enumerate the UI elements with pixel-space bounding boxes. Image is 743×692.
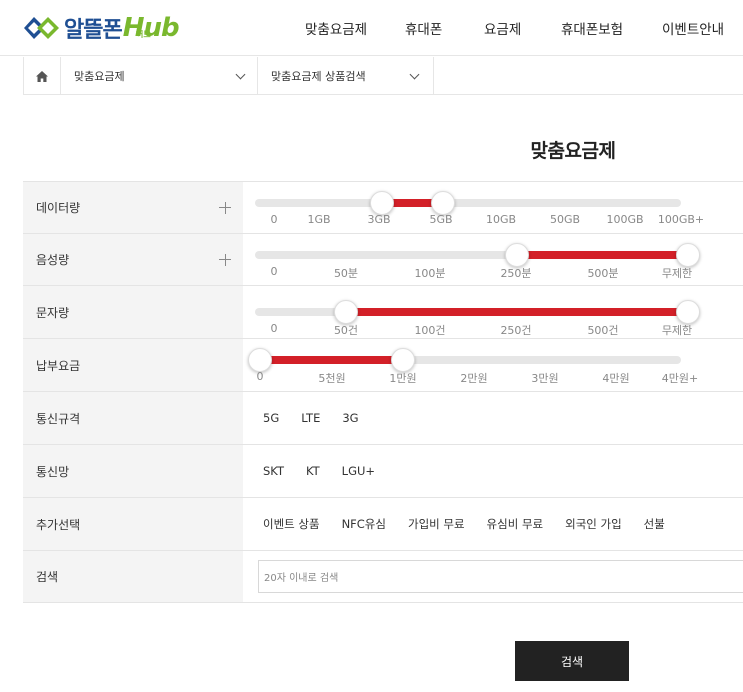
filter-row-carrier: 통신망 SKT KT LGU+ — [23, 445, 743, 498]
filter-label-search: 검색 — [23, 551, 243, 602]
option-prepaid[interactable]: 선불 — [644, 516, 665, 532]
slider-tick: 250분 — [500, 267, 532, 280]
option-3g[interactable]: 3G — [342, 411, 358, 425]
extra-options: 이벤트 상품 NFC유심 가입비 무료 유심비 무료 외국인 가입 선불 — [263, 498, 687, 550]
slider-tick: 50분 — [333, 267, 359, 280]
nav-custom-plan[interactable]: 맞춤요금제 — [305, 0, 367, 56]
slider-tick: 4만원+ — [661, 372, 699, 385]
slider-tick: 1GB — [307, 213, 331, 226]
slider-min-handle[interactable] — [370, 191, 394, 215]
slider-tick: 1만원 — [389, 372, 417, 385]
slider-tick: 0 — [270, 265, 278, 278]
option-kt[interactable]: KT — [306, 464, 320, 478]
home-icon — [36, 70, 48, 82]
filter-row-voice: 음성량 0 50분 100분 250분 500분 무제한 — [23, 234, 743, 286]
plus-icon[interactable] — [219, 200, 231, 216]
filter-label-data: 데이터량 — [23, 182, 243, 233]
slider-tick: 0 — [256, 370, 264, 383]
slider-tick: 0 — [270, 213, 278, 226]
carrier-options: SKT KT LGU+ — [263, 445, 397, 497]
slider-tick: 250건 — [500, 324, 532, 337]
breadcrumb: 맞춤요금제 맞춤요금제 상품검색 — [23, 57, 743, 95]
breadcrumb-home[interactable] — [23, 57, 61, 95]
logo-sub-text: 허브 — [136, 30, 151, 39]
breadcrumb-level2-dropdown[interactable]: 맞춤요금제 상품검색 — [258, 57, 434, 95]
slider-tick: 5GB — [429, 213, 453, 226]
slider-max-handle[interactable] — [391, 348, 415, 372]
slider-tick: 100건 — [414, 324, 446, 337]
chevron-down-icon — [235, 69, 246, 80]
chevron-down-icon — [409, 69, 420, 80]
slider-tick: 100GB+ — [657, 213, 705, 226]
slider-tick: 3만원 — [531, 372, 559, 385]
slider-min-handle[interactable] — [334, 300, 358, 324]
slider-tick: 0 — [270, 322, 278, 335]
slider-min-handle[interactable] — [248, 348, 272, 372]
slider-range — [260, 356, 403, 364]
filter-label-fee: 납부요금 — [23, 339, 243, 391]
slider-range — [517, 251, 688, 259]
slider-tick: 500분 — [587, 267, 619, 280]
filter-row-fee: 납부요금 0 5천원 1만원 2만원 3만원 4만원 4만원+ — [23, 339, 743, 392]
slider-tick: 3GB — [367, 213, 391, 226]
filter-label-carrier: 통신망 — [23, 445, 243, 497]
slider-tick: 100GB — [606, 213, 644, 226]
slider-tick: 5천원 — [318, 372, 346, 385]
option-foreigner[interactable]: 외국인 가입 — [565, 516, 622, 532]
option-lte[interactable]: LTE — [301, 411, 320, 425]
filter-row-extra: 추가선택 이벤트 상품 NFC유심 가입비 무료 유심비 무료 외국인 가입 선… — [23, 498, 743, 551]
page-title: 맞춤요금제 — [530, 140, 616, 162]
option-5g[interactable]: 5G — [263, 411, 279, 425]
filter-label-sms: 문자량 — [23, 286, 243, 338]
option-skt[interactable]: SKT — [263, 464, 284, 478]
option-lgu[interactable]: LGU+ — [342, 464, 375, 478]
slider-tick: 4만원 — [602, 372, 630, 385]
slider-max-handle[interactable] — [676, 243, 700, 267]
logo-text: 알뜰폰 — [64, 18, 123, 43]
filter-row-network-type: 통신규격 5G LTE 3G — [23, 392, 743, 445]
plus-icon[interactable] — [219, 252, 231, 268]
slider-tick: 50GB — [549, 213, 581, 226]
option-nfc-usim[interactable]: NFC유심 — [342, 516, 386, 532]
logo-diamond-icon — [24, 17, 59, 39]
nav-phone-insurance[interactable]: 휴대폰보험 — [561, 0, 623, 56]
filter-label-extra: 추가선택 — [23, 498, 243, 550]
search-button[interactable]: 검색 — [515, 641, 629, 681]
network-type-options: 5G LTE 3G — [263, 392, 381, 444]
filter-label-network-type: 통신규격 — [23, 392, 243, 444]
slider-tick: 100분 — [414, 267, 446, 280]
breadcrumb-level2-label: 맞춤요금제 상품검색 — [271, 70, 366, 83]
slider-tick: 500건 — [587, 324, 619, 337]
site-logo[interactable]: 알뜰폰 Hub — [24, 8, 180, 48]
nav-events[interactable]: 이벤트안내 — [662, 0, 724, 56]
nav-plans[interactable]: 요금제 — [484, 0, 521, 56]
breadcrumb-level1-label: 맞춤요금제 — [74, 70, 125, 83]
nav-phones[interactable]: 휴대폰 — [405, 0, 442, 56]
slider-tick: 무제한 — [661, 267, 693, 280]
filter-label-voice: 음성량 — [23, 234, 243, 285]
filter-table: 데이터량 0 1GB 3GB 5GB 10GB 50GB 100GB 100GB… — [23, 181, 743, 603]
option-free-usim[interactable]: 유심비 무료 — [487, 516, 544, 532]
option-event-product[interactable]: 이벤트 상품 — [263, 516, 320, 532]
slider-max-handle[interactable] — [431, 191, 455, 215]
filter-row-search: 검색 20자 이내로 검색 — [23, 551, 743, 603]
filter-row-sms: 문자량 0 50건 100건 250건 500건 무제한 — [23, 286, 743, 339]
slider-max-handle[interactable] — [676, 300, 700, 324]
breadcrumb-level1-dropdown[interactable]: 맞춤요금제 — [61, 57, 258, 95]
slider-tick: 무제한 — [661, 324, 693, 337]
slider-tick: 50건 — [333, 324, 359, 337]
slider-tick: 2만원 — [460, 372, 488, 385]
filter-row-data: 데이터량 0 1GB 3GB 5GB 10GB 50GB 100GB 100GB… — [23, 182, 743, 234]
search-input[interactable]: 20자 이내로 검색 — [258, 560, 743, 593]
option-no-join-fee[interactable]: 가입비 무료 — [408, 516, 465, 532]
slider-range — [346, 308, 688, 316]
slider-tick: 10GB — [485, 213, 517, 226]
site-header: 알뜰폰 Hub 허브 맞춤요금제 휴대폰 요금제 휴대폰보험 이벤트안내 — [0, 0, 743, 56]
slider-track[interactable] — [255, 199, 681, 207]
slider-min-handle[interactable] — [505, 243, 529, 267]
